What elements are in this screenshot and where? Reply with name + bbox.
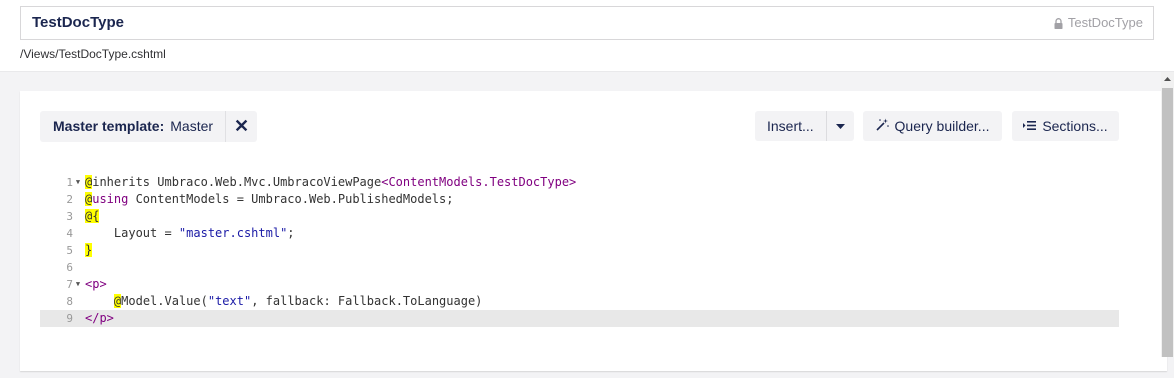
code-line: 3 @{: [40, 208, 1119, 225]
line-number: 1: [66, 176, 73, 189]
insert-button[interactable]: Insert...: [755, 111, 827, 141]
fold-arrow-icon[interactable]: ▼: [73, 174, 83, 191]
code-line: 1 ▼ @inherits Umbraco.Web.Mvc.UmbracoVie…: [40, 174, 1119, 191]
query-builder-button[interactable]: Query builder...: [863, 111, 1002, 141]
code-text: @Model.Value("text", fallback: Fallback.…: [85, 293, 482, 310]
template-name-input[interactable]: [21, 7, 1032, 39]
code-line: 5 }: [40, 242, 1119, 259]
code-line: 4 Layout = "master.cshtml";: [40, 225, 1119, 242]
scroll-up-arrow-icon[interactable]: [1161, 72, 1174, 86]
template-path: /Views/TestDocType.cshtml: [20, 47, 166, 61]
code-text: }: [85, 242, 93, 259]
line-number: 3: [66, 210, 73, 223]
master-template-label[interactable]: Master template: Master: [40, 111, 225, 142]
line-number: 8: [66, 295, 73, 308]
query-builder-label: Query builder...: [894, 118, 990, 134]
code-tag: </p>: [85, 311, 114, 325]
code-editor[interactable]: 1 ▼ @inherits Umbraco.Web.Mvc.UmbracoVie…: [40, 174, 1119, 327]
master-template-caption: Master template:: [53, 118, 165, 134]
code-plain: Model.Value(: [121, 294, 208, 308]
remove-master-button[interactable]: ✕: [225, 111, 257, 142]
code-string: "text": [207, 294, 252, 308]
page-scrollbar[interactable]: [1161, 72, 1174, 357]
code-text: @inherits Umbraco.Web.Mvc.UmbracoViewPag…: [85, 174, 576, 191]
alias-text: TestDocType: [1067, 15, 1143, 30]
template-editor-panel: Master template: Master ✕ Insert... Query…: [20, 91, 1167, 371]
code-text: Layout = "master.cshtml";: [85, 225, 295, 242]
code-line: 2 @using ContentModels = Umbraco.Web.Pub…: [40, 191, 1119, 208]
line-number: 2: [66, 193, 73, 206]
code-plain: Layout =: [85, 226, 179, 240]
code-keyword: using: [92, 192, 129, 206]
master-template-picker[interactable]: Master template: Master ✕: [40, 111, 258, 142]
line-number: 9: [66, 312, 73, 325]
code-plain: ContentModels = Umbraco.Web.PublishedMod…: [128, 192, 454, 206]
code-generic: <ContentModels.TestDocType>: [381, 175, 577, 189]
code-line: 8 @Model.Value("text", fallback: Fallbac…: [40, 293, 1119, 310]
close-icon: ✕: [234, 116, 250, 136]
razor-block-open: @{: [85, 209, 100, 223]
line-number: 5: [66, 244, 73, 257]
lock-icon[interactable]: [1054, 17, 1063, 29]
insert-dropdown-button[interactable]: [827, 111, 854, 141]
master-template-value: Master: [170, 118, 214, 134]
line-number: 7: [66, 278, 73, 291]
code-text: @{: [85, 208, 100, 225]
insert-button-group: Insert...: [755, 111, 854, 141]
code-text: @using ContentModels = Umbraco.Web.Publi…: [85, 191, 453, 208]
code-string: "master.cshtml": [178, 226, 288, 240]
code-line: 6: [40, 259, 1119, 276]
code-plain: inherits Umbraco.Web.Mvc.UmbracoViewPage: [92, 175, 382, 189]
line-number: 4: [66, 227, 73, 240]
editor-header: TestDocType /Views/TestDocType.cshtml: [0, 0, 1174, 72]
code-line: 7 ▼ <p>: [40, 276, 1119, 293]
sections-label: Sections...: [1042, 118, 1108, 134]
code-plain: , fallback: Fallback.ToLanguage): [251, 294, 483, 308]
caret-down-icon: [835, 123, 845, 129]
list-icon: [1023, 118, 1037, 134]
code-line-active: 9 </p>: [40, 310, 1119, 327]
wand-icon: [875, 118, 889, 134]
scroll-thumb[interactable]: [1162, 88, 1173, 357]
alias-field[interactable]: TestDocType: [1054, 7, 1143, 39]
code-text: <p>: [85, 276, 107, 293]
code-tag: <p>: [85, 277, 107, 291]
code-plain: ;: [287, 226, 295, 240]
sections-button[interactable]: Sections...: [1012, 111, 1119, 141]
line-number: 6: [66, 261, 73, 274]
razor-block-close: }: [85, 243, 93, 257]
code-text: </p>: [85, 310, 114, 327]
fold-arrow-icon[interactable]: ▼: [73, 276, 83, 293]
name-field: TestDocType: [20, 6, 1154, 40]
